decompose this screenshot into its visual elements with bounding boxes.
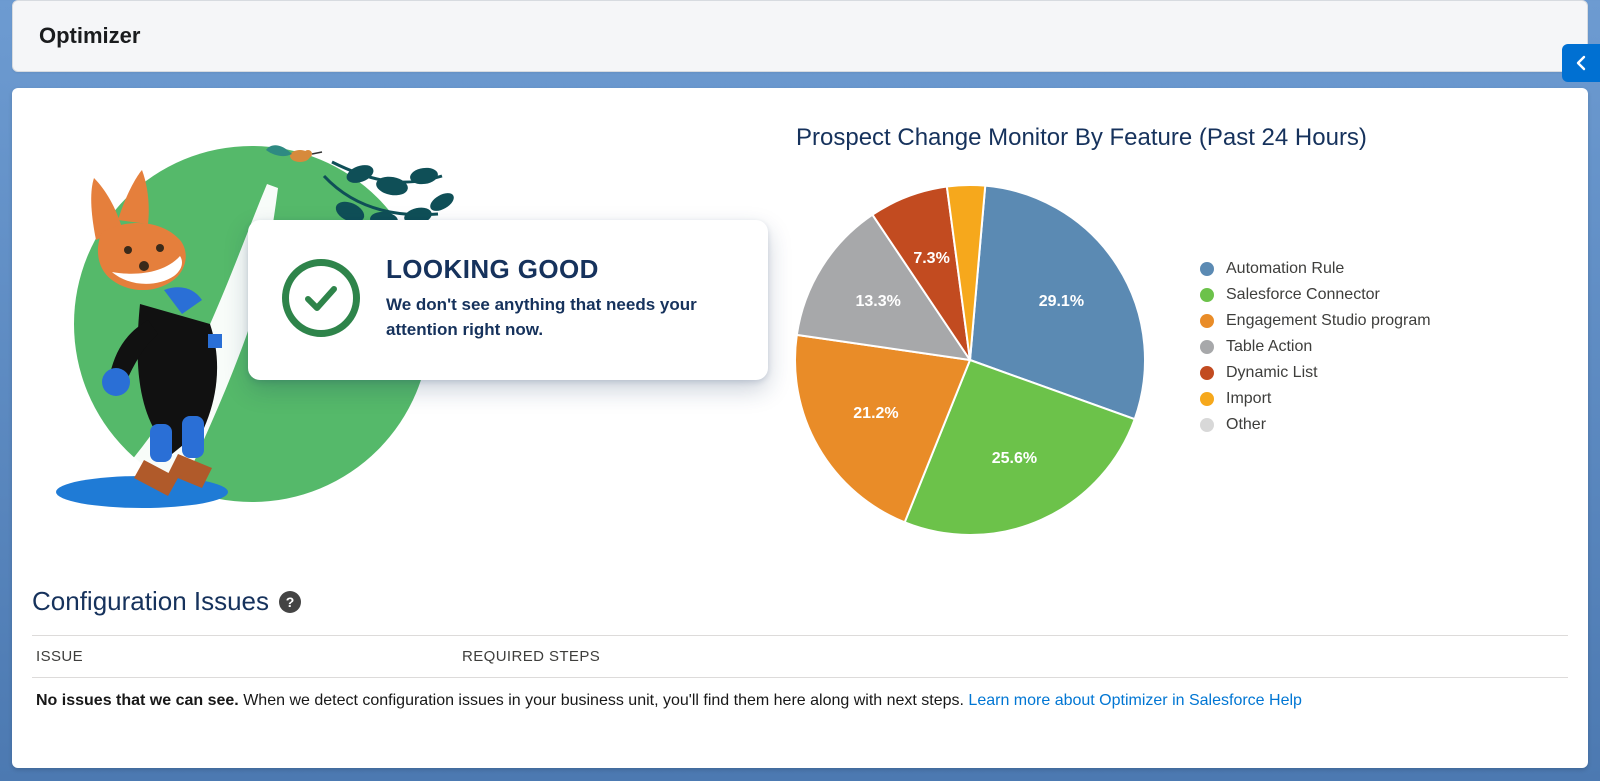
legend-item[interactable]: Engagement Studio program (1200, 312, 1431, 330)
page-title: Optimizer (39, 23, 140, 48)
config-issues-empty: No issues that we can see. When we detec… (32, 678, 1568, 724)
legend-item[interactable]: Dynamic List (1200, 364, 1431, 382)
status-card: LOOKING GOOD We don't see anything that … (248, 220, 768, 380)
legend-item[interactable]: Table Action (1200, 338, 1431, 356)
chart-legend: Automation Rule Salesforce Connector Engag… (1200, 260, 1431, 442)
config-issues-section: Configuration Issues ? ISSUE REQUIRED ST… (32, 586, 1568, 724)
config-issues-table-header: ISSUE REQUIRED STEPS (32, 635, 1568, 678)
chart-title: Prospect Change Monitor By Feature (Past… (796, 124, 1568, 152)
col-issue: ISSUE (32, 648, 462, 665)
legend-item[interactable]: Other (1200, 416, 1431, 434)
legend-item[interactable]: Automation Rule (1200, 260, 1431, 278)
legend-swatch (1200, 262, 1214, 276)
help-icon[interactable]: ? (279, 591, 301, 613)
help-link[interactable]: Learn more about Optimizer in Salesforce… (968, 692, 1302, 709)
col-required-steps: REQUIRED STEPS (462, 648, 600, 665)
status-hero: LOOKING GOOD We don't see anything that … (32, 124, 780, 524)
config-issues-heading: Configuration Issues (32, 586, 269, 617)
main-panel: LOOKING GOOD We don't see anything that … (12, 88, 1588, 768)
status-title: LOOKING GOOD (386, 254, 738, 285)
legend-label: Engagement Studio program (1226, 312, 1431, 330)
legend-label: Automation Rule (1226, 260, 1344, 278)
legend-swatch (1200, 340, 1214, 354)
legend-label: Salesforce Connector (1226, 286, 1380, 304)
legend-item[interactable]: Salesforce Connector (1200, 286, 1431, 304)
chart-section: Prospect Change Monitor By Feature (Past… (790, 124, 1568, 540)
check-circle-icon (282, 259, 360, 337)
legend-label: Dynamic List (1226, 364, 1318, 382)
config-issues-empty-text: When we detect configuration issues in y… (239, 692, 969, 709)
config-issues-empty-bold: No issues that we can see. (36, 692, 239, 709)
legend-label: Import (1226, 390, 1271, 408)
status-body: We don't see anything that needs your at… (386, 293, 738, 342)
legend-label: Other (1226, 416, 1266, 434)
legend-swatch (1200, 366, 1214, 380)
legend-item[interactable]: Import (1200, 390, 1431, 408)
legend-label: Table Action (1226, 338, 1312, 356)
legend-swatch (1200, 314, 1214, 328)
chevron-left-icon (1574, 55, 1590, 71)
side-expand-tab[interactable] (1562, 44, 1600, 82)
legend-swatch (1200, 392, 1214, 406)
legend-swatch (1200, 288, 1214, 302)
pie-chart: 29.1%25.6%21.2%13.3%7.3% (790, 180, 1150, 540)
page-header: Optimizer (12, 0, 1588, 72)
legend-swatch (1200, 418, 1214, 432)
